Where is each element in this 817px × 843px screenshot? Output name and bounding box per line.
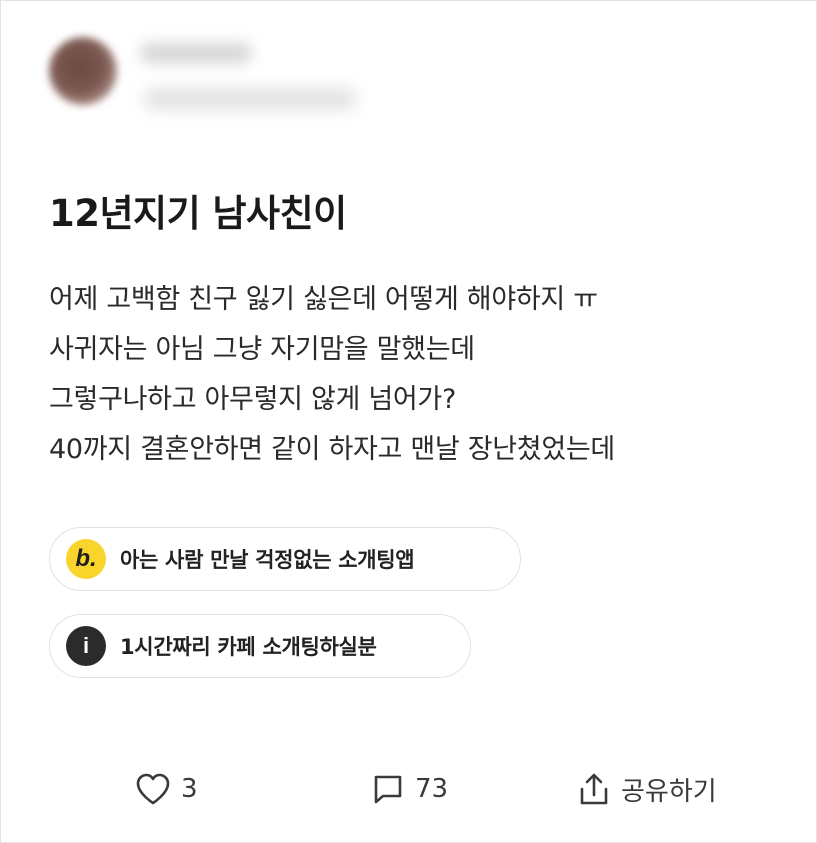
share-button[interactable]: 공유하기 xyxy=(577,767,717,811)
heart-icon xyxy=(135,772,171,806)
like-count: 3 xyxy=(181,774,198,804)
post-body-line: 어제 고백함 친구 잃기 싫은데 어떻게 해야하지 ㅠ xyxy=(49,284,598,315)
post-body-line: 사귀자는 아님 그냥 자기맘을 말했는데 xyxy=(49,334,475,365)
comment-button[interactable]: 73 xyxy=(371,767,448,811)
comment-icon xyxy=(371,772,405,806)
post-body-line: 40까지 결혼안하면 같이 하자고 맨날 장난쳤었는데 xyxy=(49,434,615,465)
link-chip-cafe-dating[interactable]: i 1시간짜리 카페 소개팅하실분 xyxy=(49,614,471,678)
user-header[interactable] xyxy=(45,23,365,123)
link-chip-dating-app[interactable]: b. 아는 사람 만날 걱정없는 소개팅앱 xyxy=(49,527,521,591)
blurred-post-meta xyxy=(145,89,355,109)
share-icon xyxy=(577,771,611,807)
brand-b-icon: b. xyxy=(66,539,106,579)
avatar[interactable] xyxy=(49,37,117,105)
info-icon: i xyxy=(66,626,106,666)
comment-count: 73 xyxy=(415,774,449,804)
blurred-username xyxy=(141,43,251,63)
post-body-line: 그렇구나하고 아무렇지 않게 넘어가? xyxy=(49,384,456,415)
post-body: 어제 고백함 친구 잃기 싫은데 어떻게 해야하지 ㅠ 사귀자는 아님 그냥 자… xyxy=(49,275,789,475)
like-button[interactable]: 3 xyxy=(135,767,198,811)
post-title: 12년지기 남사친이 xyxy=(49,192,347,235)
post-card: 12년지기 남사친이 어제 고백함 친구 잃기 싫은데 어떻게 해야하지 ㅠ 사… xyxy=(0,0,817,843)
link-chip-label: 아는 사람 만날 걱정없는 소개팅앱 xyxy=(120,548,415,572)
share-label: 공유하기 xyxy=(621,776,717,807)
link-chip-label: 1시간짜리 카페 소개팅하실분 xyxy=(120,635,377,659)
